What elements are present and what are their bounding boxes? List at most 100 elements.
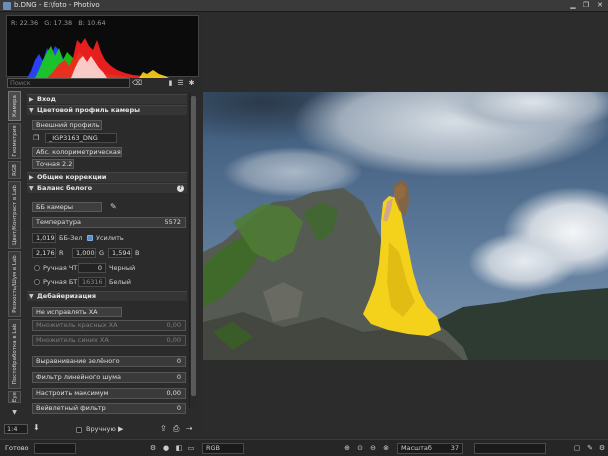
zoom-in-icon[interactable]: ⊕: [342, 443, 352, 453]
wavelet-label: Вейвлетный фильтр: [36, 404, 106, 412]
scale-value: 37: [450, 444, 459, 452]
tab-scroll-down-icon[interactable]: ▼: [8, 409, 21, 416]
panel-scrollbar[interactable]: [189, 92, 196, 408]
fullscreen-icon[interactable]: ▢: [572, 443, 582, 453]
pin-icon[interactable]: ⬇: [33, 423, 40, 433]
temperature-value: 5572: [164, 218, 181, 226]
settings-panel: ▶ Вход ▼ Цветовой профиль камеры Внешний п…: [27, 92, 187, 417]
settings-gear-icon[interactable]: ⚙: [148, 443, 158, 453]
zoom-ratio-field[interactable]: 1:4: [4, 424, 28, 434]
info-icon[interactable]: ●: [161, 443, 171, 453]
search-row: ⌫ ▮ ☰ ✱: [6, 78, 200, 88]
ca-correction-select[interactable]: Не исправлять ХА: [32, 307, 122, 317]
profile-file-field[interactable]: _IGP3163_DNG: [45, 133, 117, 143]
gamma-select[interactable]: Точная 2.2: [32, 159, 74, 169]
section-demosaic-title: Дебайеризация: [37, 292, 97, 300]
tab-rgb[interactable]: RGB: [8, 161, 21, 179]
wb-g-field[interactable]: 1,000: [72, 248, 96, 258]
wb-b-field[interactable]: 1,594: [108, 248, 132, 258]
bookmark-icon[interactable]: ▮: [166, 78, 175, 88]
settings-icon[interactable]: ⚙: [597, 443, 607, 453]
title-bar: b.DNG - E:\foto - Photivo ▁ ❐ ✕: [0, 0, 608, 12]
manual-checkbox[interactable]: [76, 427, 82, 433]
tab-postprocessing-lab[interactable]: Постобработка в Lab: [8, 319, 21, 389]
maximize-button[interactable]: ❐: [581, 1, 591, 10]
clear-search-icon[interactable]: ⌫: [132, 78, 142, 88]
section-demosaic[interactable]: ▼ Дебайеризация: [27, 291, 187, 301]
red-ca-label: Множитель красных ХА: [36, 321, 118, 329]
help-icon[interactable]: ?: [177, 185, 184, 192]
tab-eye-label: Eye: [11, 391, 18, 403]
section-white-balance-title: Баланс белого: [37, 184, 93, 192]
app-icon: [3, 2, 11, 10]
tab-sharpness-noise-lab[interactable]: Резкость/Шум в Lab: [8, 251, 21, 317]
rendering-intent-select[interactable]: Абс. колориметрическая: [32, 147, 122, 157]
window-title: b.DNG - E:\foto - Photivo: [14, 1, 100, 9]
menu-icon[interactable]: ☰: [176, 78, 185, 88]
save-icon[interactable]: ⎙: [173, 424, 179, 434]
tab-color-contrast-lab[interactable]: Цвет/Контраст в Lab: [8, 181, 21, 249]
red-ca-multiplier-slider: Множитель красных ХА 0,00: [32, 320, 186, 331]
search-input[interactable]: [7, 78, 130, 88]
zoom-fit-icon[interactable]: ⊙: [355, 443, 365, 453]
collapsed-arrow-icon: ▶: [29, 96, 34, 103]
zoom-out-icon[interactable]: ⊖: [368, 443, 378, 453]
tab-camera[interactable]: Камера: [8, 91, 21, 121]
amplify-checkbox[interactable]: [87, 235, 93, 241]
max-label: Настроить максимум: [36, 389, 109, 397]
scale-field[interactable]: Масштаб 37: [397, 443, 463, 454]
close-button[interactable]: ✕: [595, 1, 605, 10]
scale-label: Масштаб: [401, 444, 432, 452]
max-value: 0,00: [166, 389, 181, 397]
green-eq-value: 0: [176, 357, 181, 365]
wavelet-filter-slider[interactable]: Вейвлетный фильтр 0: [32, 403, 186, 414]
adjust-maximum-slider[interactable]: Настроить максимум 0,00: [32, 388, 186, 399]
histogram[interactable]: R: 22.36 G: 17.38 B: 10.64: [6, 15, 199, 78]
tools-icon[interactable]: ✎: [585, 443, 595, 453]
blue-ca-value: 0,00: [166, 336, 181, 344]
white-point-field[interactable]: 16316: [78, 277, 106, 287]
compare-icon[interactable]: ◧: [174, 443, 184, 453]
panel-scrollbar-thumb[interactable]: [191, 96, 196, 396]
white-label: Белый: [109, 278, 131, 286]
wb-green-field[interactable]: 1,019: [32, 233, 56, 243]
color-space-select[interactable]: RGB: [202, 443, 244, 454]
tab-eye[interactable]: Eye: [8, 391, 21, 403]
blue-ca-label: Множитель синих ХА: [36, 336, 109, 344]
manual-black-label: Ручная ЧТ: [43, 264, 78, 272]
settings-icon[interactable]: ✱: [187, 78, 196, 88]
zoom-100-icon[interactable]: ⊗: [381, 443, 391, 453]
more-icon[interactable]: ⇢: [186, 424, 193, 434]
split-view-icon[interactable]: ▭: [186, 443, 196, 453]
temperature-label: Температура: [36, 218, 81, 226]
section-white-balance[interactable]: ▼ Баланс белого?: [27, 183, 187, 193]
tab-geometry[interactable]: Геометрия: [8, 123, 21, 159]
wb-preset-select[interactable]: ББ камеры: [32, 202, 102, 212]
minimize-button[interactable]: ▁: [568, 1, 578, 10]
play-icon[interactable]: ▶: [118, 424, 123, 434]
image-viewport[interactable]: [203, 13, 608, 437]
section-input[interactable]: ▶ Вход: [27, 94, 187, 104]
export-icon[interactable]: ⇪: [160, 424, 167, 434]
status-info-box: [474, 443, 546, 454]
line-noise-label: Фильтр линейного шума: [36, 373, 122, 381]
tab-postprocessing-label: Постобработка в Lab: [11, 323, 18, 385]
tab-rgb-label: RGB: [11, 164, 18, 176]
red-ca-value: 0,00: [166, 321, 181, 329]
black-point-field[interactable]: 0: [78, 263, 106, 273]
line-noise-value: 0: [176, 373, 181, 381]
section-input-title: Вход: [37, 95, 56, 103]
section-camera-profile[interactable]: ▼ Цветовой профиль камеры: [27, 105, 187, 115]
status-text: Готово: [5, 444, 29, 452]
wb-r-field[interactable]: 2,176: [32, 248, 56, 258]
tab-strip: Камера Геометрия RGB Цвет/Контраст в Lab…: [8, 91, 22, 403]
eyedropper-icon[interactable]: ✎: [110, 202, 117, 212]
manual-black-checkbox[interactable]: [34, 265, 40, 271]
line-noise-filter-slider[interactable]: Фильтр линейного шума 0: [32, 372, 186, 383]
section-general-corrections[interactable]: ▶ Общие коррекции: [27, 172, 187, 182]
external-profile-button[interactable]: Внешний профиль: [32, 120, 102, 130]
histogram-yellow-tail: [139, 70, 169, 78]
green-equalization-slider[interactable]: Выравнивание зелёного 0: [32, 356, 186, 367]
manual-white-checkbox[interactable]: [34, 279, 40, 285]
temperature-slider[interactable]: Температура 5572: [32, 217, 186, 228]
